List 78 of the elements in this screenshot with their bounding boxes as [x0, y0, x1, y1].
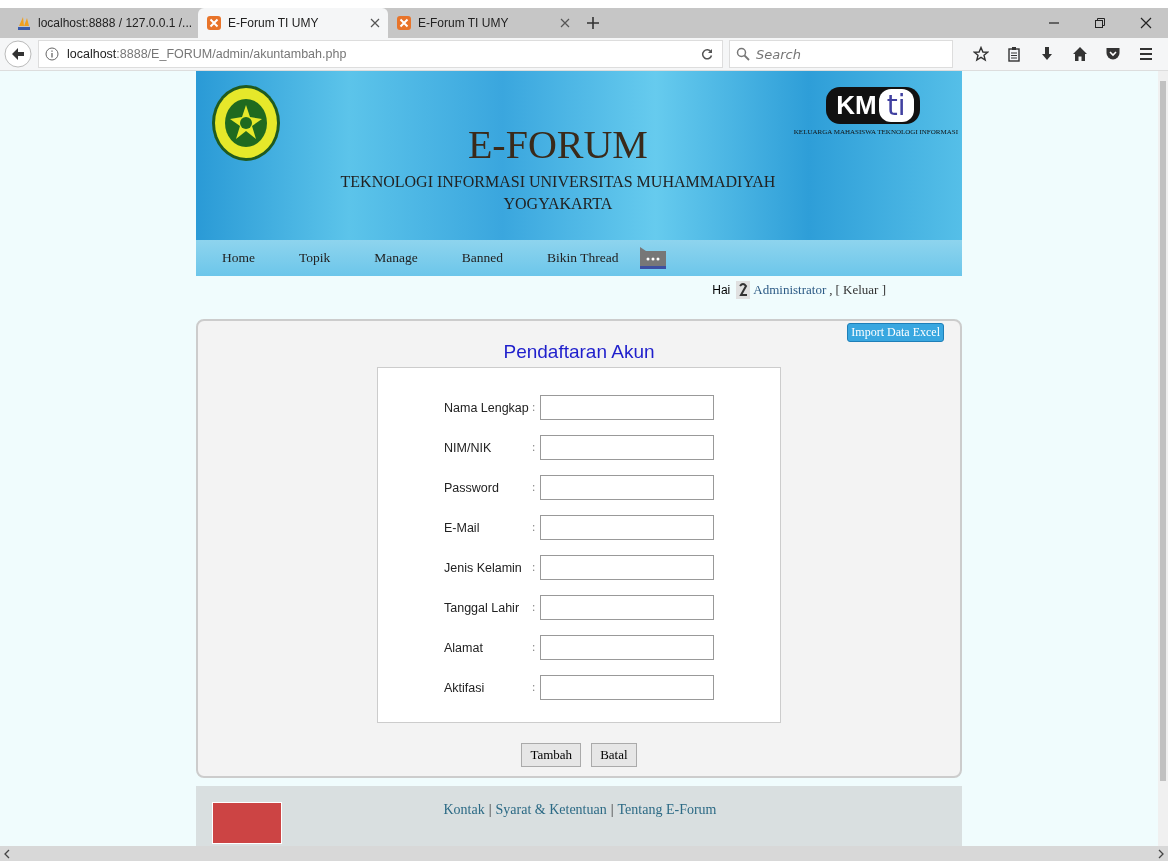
tab-title: E-Forum TI UMY [418, 16, 510, 30]
emblem-logo-icon [210, 83, 282, 163]
browser-tab[interactable]: E-Forum TI UMY [198, 8, 388, 38]
field-label: Jenis Kelamin [444, 560, 523, 575]
field-label: Aktifasi [444, 680, 486, 695]
form-button[interactable]: Batal [591, 743, 637, 768]
sail-icon [16, 15, 32, 31]
nav-link[interactable]: Manage [374, 249, 418, 266]
field-label: E-Mail [444, 520, 481, 535]
colon-text: : [532, 600, 537, 616]
vertical-scrollbar[interactable] [1158, 71, 1168, 846]
colon-text: : [532, 640, 537, 656]
browser-tab[interactable]: localhost:8888 / 127.0.0.1 /... [8, 8, 198, 38]
nav-link[interactable]: Home [222, 249, 255, 266]
input-field[interactable] [540, 675, 714, 701]
restore-icon[interactable] [1094, 17, 1106, 29]
chat-bubble-icon[interactable] [640, 246, 667, 269]
input-field[interactable] [540, 635, 714, 661]
home-icon[interactable] [1072, 46, 1088, 62]
logout-link[interactable]: [ Keluar ] [835, 281, 886, 298]
colon-text: : [532, 400, 537, 416]
plus-icon[interactable] [586, 16, 600, 30]
colon-text: : [532, 560, 537, 576]
scroll-left-icon[interactable] [4, 848, 10, 859]
star-icon[interactable] [973, 46, 989, 62]
form-title: Pendaftaran Akun [503, 341, 655, 364]
download-icon[interactable] [1039, 46, 1055, 62]
browser-tab[interactable]: E-Forum TI UMY [388, 8, 578, 38]
kmti-logo: KM ti [826, 87, 920, 124]
field-label: Nama Lengkap [444, 400, 530, 415]
close-icon[interactable] [560, 18, 570, 28]
url-text: localhost:8888/E_FORUM/admin/akuntambah.php [67, 47, 347, 61]
reload-icon[interactable] [700, 47, 714, 61]
x-logo-icon [396, 15, 412, 31]
form-button[interactable]: Tambah [521, 743, 582, 768]
colon-text: : [532, 680, 537, 696]
input-field[interactable] [540, 595, 714, 621]
colon-text: : [532, 440, 537, 456]
nav-link[interactable]: Banned [461, 249, 504, 266]
tab-title: localhost:8888 / 127.0.0.1 /... [38, 16, 193, 30]
nav-link[interactable]: Bikin Thread [547, 249, 619, 266]
nav-link[interactable]: Topik [299, 249, 331, 266]
scroll-right-icon[interactable] [1158, 848, 1164, 859]
tab-title: E-Forum TI UMY [228, 16, 320, 30]
separator-text: | [610, 802, 614, 819]
site-subtitle: TEKNOLOGI INFORMASI UNIVERSITAS MUHAMMADIYAH YOGYAKARTA [339, 172, 777, 214]
search-field[interactable]: Search [729, 40, 953, 68]
search-icon [736, 47, 750, 61]
footer-link[interactable]: Syarat & Ketentuan [495, 802, 607, 819]
field-label: Tanggal Lahir [444, 600, 521, 615]
input-field[interactable] [540, 515, 714, 541]
comma-text: , [829, 281, 833, 298]
field-label: Password [444, 480, 500, 495]
user-link[interactable]: Administrator [753, 281, 827, 298]
clipboard-icon[interactable] [1006, 46, 1022, 62]
close-icon[interactable] [1140, 17, 1152, 29]
field-label: NIM/NIK [444, 440, 493, 455]
shield-icon[interactable] [1105, 46, 1121, 62]
greeting-text: Hai [712, 282, 731, 297]
footer-link[interactable]: Tentang E-Forum [617, 802, 717, 819]
site-title: E-FORUM [467, 123, 648, 167]
back-icon[interactable] [4, 40, 32, 68]
input-field[interactable] [540, 395, 714, 421]
address-bar[interactable]: localhost:8888/E_FORUM/admin/akuntambah.php [38, 40, 723, 68]
input-field[interactable] [540, 555, 714, 581]
colon-text: : [532, 520, 537, 536]
menu-icon[interactable] [1138, 46, 1154, 62]
footer-logo-placeholder [212, 802, 282, 845]
input-field[interactable] [540, 435, 714, 461]
separator-text: | [488, 802, 492, 819]
x-logo-icon [206, 15, 222, 31]
input-field[interactable] [540, 475, 714, 501]
colon-text: : [532, 480, 537, 496]
footer-link[interactable]: Kontak [443, 802, 485, 819]
horizontal-scrollbar[interactable] [0, 846, 1168, 861]
field-label: Alamat [444, 640, 484, 655]
info-icon [45, 47, 59, 61]
close-icon[interactable] [370, 18, 380, 28]
